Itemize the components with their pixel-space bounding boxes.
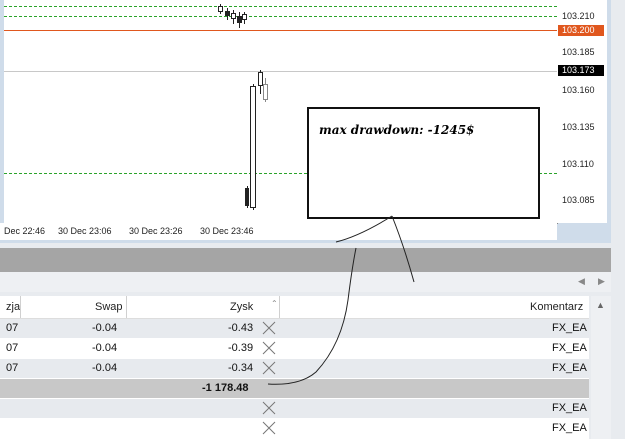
drawdown-annotation-box[interactable]: max drawdown: -1245$ xyxy=(307,107,540,219)
position-cell: 07 xyxy=(6,362,19,374)
candle xyxy=(231,13,236,19)
profit-cell: -0.39 xyxy=(228,342,254,354)
header-comment[interactable]: Komentarz xyxy=(530,301,583,313)
chart-window[interactable]: max drawdown: -1245$ 103.210 103.200 103… xyxy=(0,0,611,243)
candle xyxy=(242,14,247,20)
close-position-icon[interactable] xyxy=(262,341,276,355)
bid-price-tag: 103.200 xyxy=(558,25,604,36)
table-header: zja Swap Zysk ⌃ Komentarz xyxy=(0,296,589,319)
drawdown-annotation-text: max drawdown: -1245$ xyxy=(319,123,475,137)
swap-cell: -0.04 xyxy=(92,362,118,374)
time-label: 30 Dec 23:06 xyxy=(58,226,112,236)
level-line-upper-2 xyxy=(4,16,557,17)
current-price-tag: 103.173 xyxy=(558,65,604,76)
candle xyxy=(225,11,230,16)
level-line-upper xyxy=(4,6,557,7)
table-row[interactable]: 07 -0.04 -0.34 FX_EA xyxy=(0,359,589,379)
header-profit[interactable]: Zysk xyxy=(230,301,253,313)
header-swap[interactable]: Swap xyxy=(95,301,123,313)
comment-cell: FX_EA xyxy=(552,362,587,374)
table-row[interactable]: FX_EA xyxy=(0,419,589,439)
trade-table: zja Swap Zysk ⌃ Komentarz 07 -0.04 -0.43… xyxy=(0,296,589,439)
bid-price-line xyxy=(4,30,557,31)
comment-cell: FX_EA xyxy=(552,422,587,434)
price-label: 103.110 xyxy=(562,159,594,169)
time-label: 30 Dec 23:26 xyxy=(129,226,183,236)
time-axis[interactable]: Dec 22:46 30 Dec 23:06 30 Dec 23:26 30 D… xyxy=(0,223,557,240)
chart-plot-area[interactable]: max drawdown: -1245$ xyxy=(4,0,558,224)
candle xyxy=(245,188,249,206)
comment-cell: FX_EA xyxy=(552,402,587,414)
column-divider[interactable] xyxy=(126,296,127,318)
header-position[interactable]: zja xyxy=(6,301,20,313)
close-position-icon[interactable] xyxy=(262,361,276,375)
column-divider[interactable] xyxy=(20,296,21,318)
close-position-icon[interactable] xyxy=(262,421,276,435)
time-label: Dec 22:46 xyxy=(4,226,46,236)
sort-icon: ⌃ xyxy=(271,299,278,308)
current-price-line xyxy=(4,71,557,72)
price-label: 103.085 xyxy=(562,195,595,205)
table-row[interactable]: 07 -0.04 -0.43 FX_EA xyxy=(0,319,589,339)
table-row[interactable]: 07 -0.04 -0.39 FX_EA xyxy=(0,339,589,359)
price-label: 103.160 xyxy=(562,85,595,95)
candle xyxy=(250,86,256,208)
swap-cell: -0.04 xyxy=(92,342,118,354)
position-cell: 07 xyxy=(6,322,19,334)
table-row[interactable]: FX_EA xyxy=(0,399,589,419)
profit-cell: -0.43 xyxy=(228,322,254,334)
candle xyxy=(218,6,223,12)
price-axis[interactable]: 103.210 103.200 103.185 103.173 103.160 … xyxy=(557,0,607,223)
price-label: 103.135 xyxy=(562,122,595,132)
candle xyxy=(263,84,268,100)
table-scrollbar[interactable]: ▲ xyxy=(591,296,611,439)
panel-splitter[interactable] xyxy=(0,248,611,272)
tab-scroll-row: ◀ ▶ xyxy=(0,272,611,292)
price-label: 103.210 xyxy=(562,11,595,21)
scroll-left-icon[interactable]: ◀ xyxy=(578,276,585,287)
time-label: 30 Dec 23:46 xyxy=(200,226,254,236)
scroll-up-icon[interactable]: ▲ xyxy=(596,300,605,310)
total-row: -1 178.48 xyxy=(0,379,589,399)
price-label: 103.185 xyxy=(562,47,595,57)
comment-cell: FX_EA xyxy=(552,342,587,354)
total-profit: -1 178.48 xyxy=(202,382,249,394)
comment-cell: FX_EA xyxy=(552,322,587,334)
scroll-right-icon[interactable]: ▶ xyxy=(598,276,605,287)
swap-cell: -0.04 xyxy=(92,322,118,334)
profit-cell: -0.34 xyxy=(228,362,254,374)
close-position-icon[interactable] xyxy=(262,321,276,335)
close-position-icon[interactable] xyxy=(262,401,276,415)
position-cell: 07 xyxy=(6,342,19,354)
column-divider[interactable] xyxy=(279,296,280,318)
